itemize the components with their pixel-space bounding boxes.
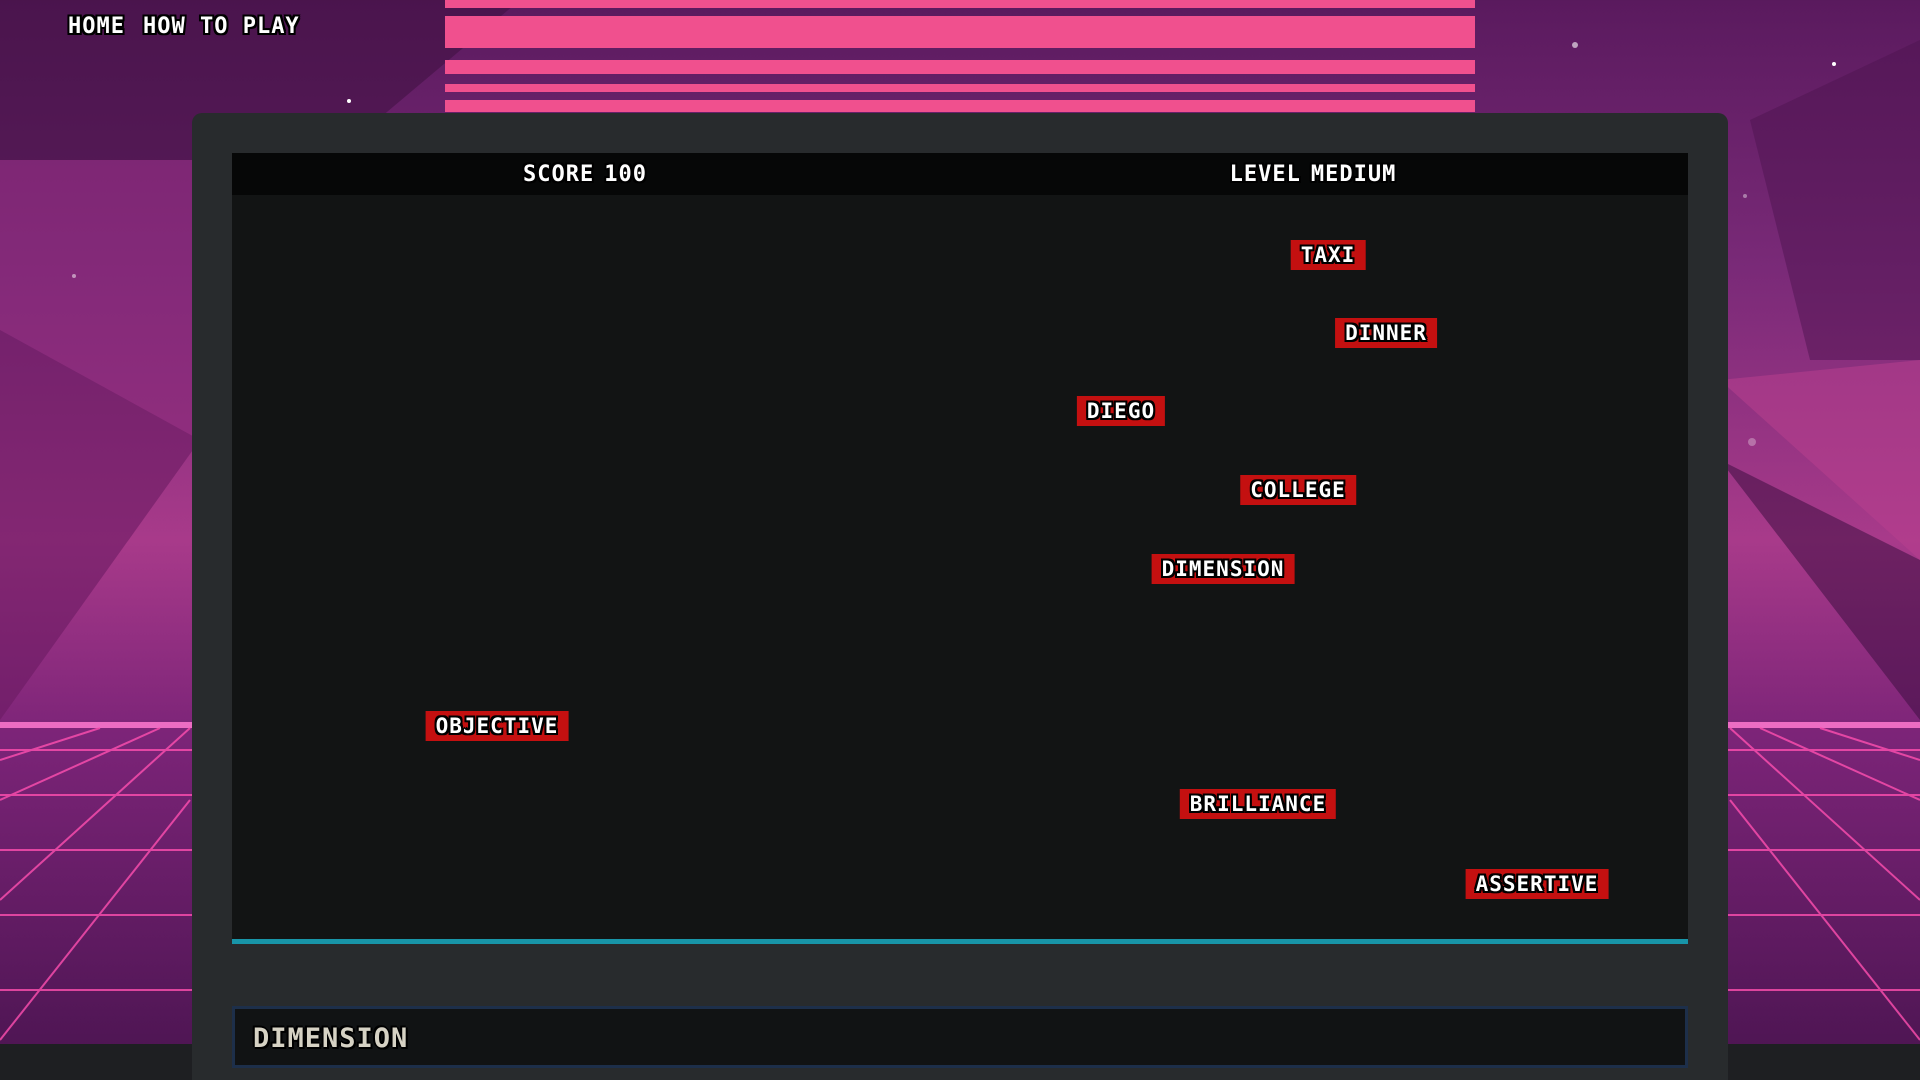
score-value: 100 xyxy=(604,162,647,187)
falling-word: BRILLIANCE xyxy=(1179,789,1337,819)
falling-word: DIMENSION xyxy=(1151,554,1295,584)
home-link[interactable]: HOME xyxy=(68,14,125,39)
falling-word: TAXI xyxy=(1290,240,1366,270)
danger-line xyxy=(232,939,1688,944)
falling-word: OBJECTIVE xyxy=(425,711,569,741)
level-value: MEDIUM xyxy=(1310,162,1397,187)
falling-word: ASSERTIVE xyxy=(1465,869,1609,899)
level-display: LEVEL MEDIUM xyxy=(1230,162,1397,187)
hud-bar: SCORE 100 LEVEL MEDIUM xyxy=(232,153,1688,195)
sunset-sun xyxy=(445,0,1475,112)
falling-word: COLLEGE xyxy=(1240,475,1356,505)
typed-text: DIMENSION xyxy=(253,1023,409,1054)
score-display: SCORE 100 xyxy=(523,162,647,187)
how-to-play-link[interactable]: HOW TO PLAY xyxy=(143,14,300,39)
play-area: SCORE 100 LEVEL MEDIUM TAXI DINNER DIEGO C… xyxy=(232,153,1688,944)
word-input[interactable]: DIMENSION xyxy=(232,1006,1688,1068)
score-label: SCORE xyxy=(523,162,595,187)
falling-word: DINNER xyxy=(1335,318,1437,348)
top-navigation: HOME HOW TO PLAY xyxy=(68,14,300,39)
level-label: LEVEL xyxy=(1229,162,1301,187)
falling-word: DIEGO xyxy=(1076,396,1166,426)
